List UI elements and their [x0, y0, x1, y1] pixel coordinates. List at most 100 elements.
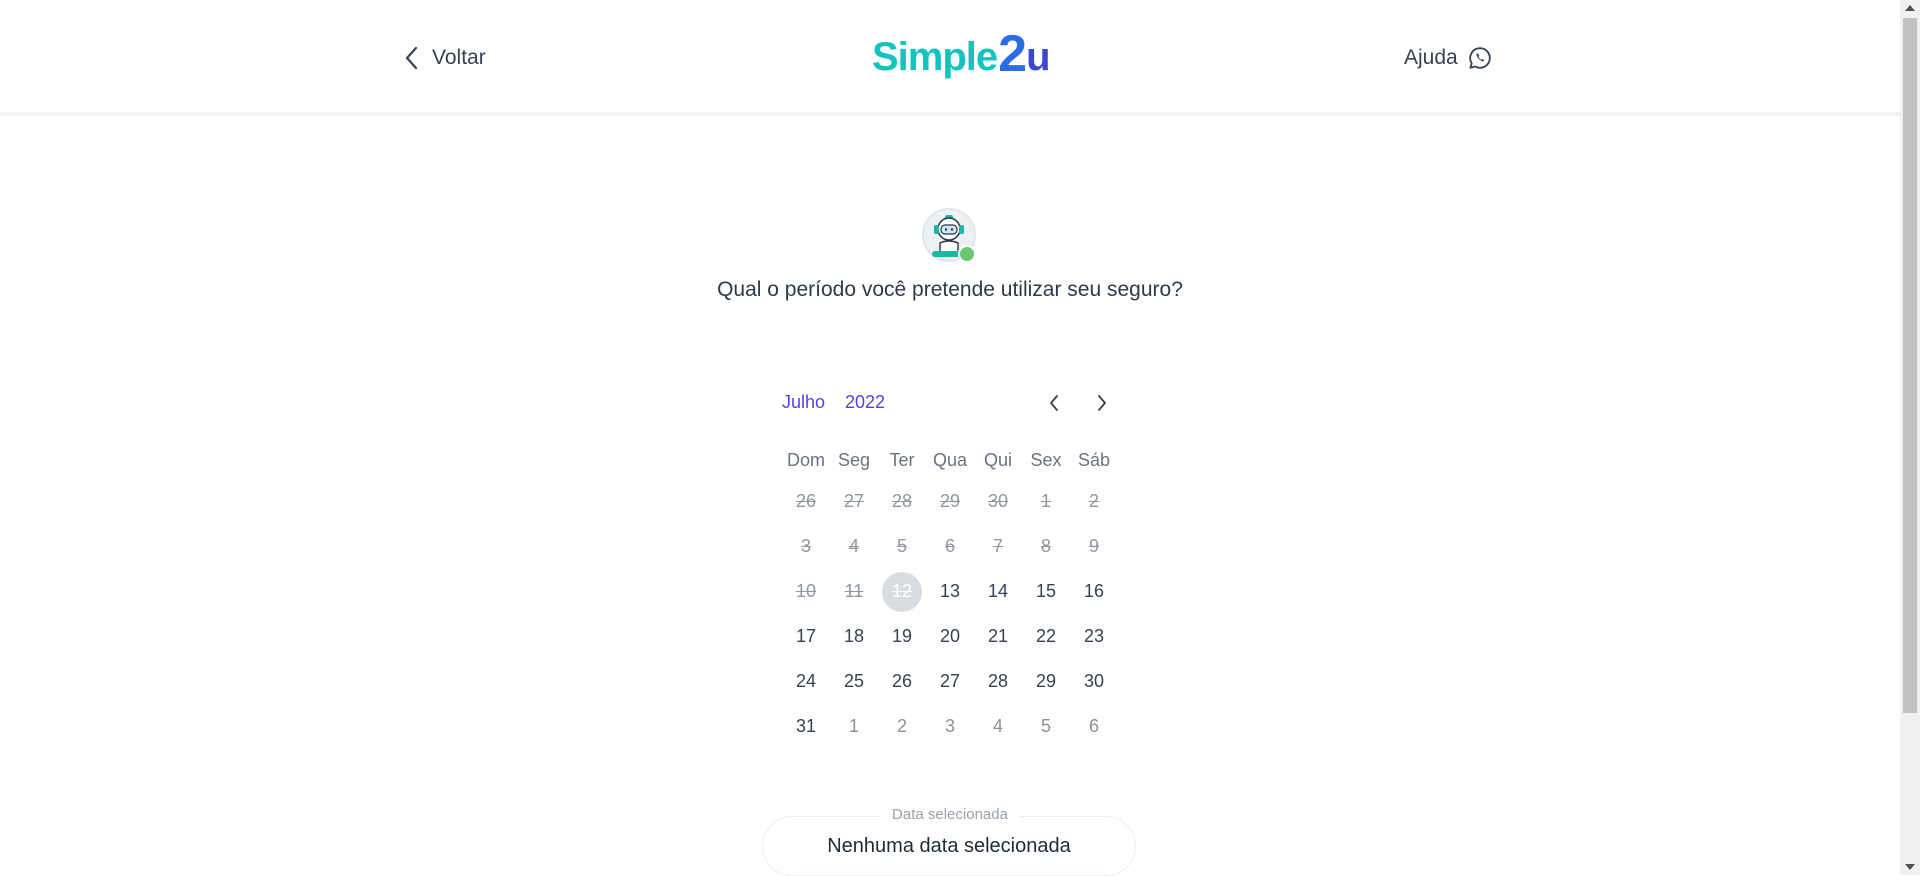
calendar-day[interactable]: 1 [830, 704, 878, 749]
calendar-day-number: 27 [939, 671, 961, 691]
calendar-day-number: 19 [891, 626, 913, 646]
simple2u-logo[interactable]: Simple 2 u [872, 25, 1051, 83]
calendar-day[interactable]: 23 [1070, 614, 1118, 659]
calendar-day[interactable]: 4 [974, 704, 1022, 749]
calendar-day: 3 [782, 524, 830, 569]
calendar-day: 5 [878, 524, 926, 569]
chevron-left-icon [405, 46, 418, 70]
calendar-day[interactable]: 5 [1022, 704, 1070, 749]
calendar-day[interactable]: 24 [782, 659, 830, 704]
vertical-scrollbar[interactable] [1900, 0, 1920, 875]
calendar-next-button[interactable] [1089, 390, 1115, 416]
calendar-day-number: 17 [795, 626, 817, 646]
calendar-day-number: 28 [891, 491, 913, 511]
weekday-label: Seg [837, 450, 871, 470]
calendar-day[interactable]: 18 [830, 614, 878, 659]
calendar-day-number: 12 [891, 581, 913, 601]
calendar-day-number: 9 [1088, 536, 1099, 556]
selected-date-value: Nenhuma data selecionada [827, 834, 1071, 857]
help-label: Ajuda [1404, 46, 1458, 69]
weekday-label: Sáb [1077, 450, 1111, 470]
calendar-day[interactable]: 31 [782, 704, 830, 749]
calendar-day[interactable]: 15 [1022, 569, 1070, 614]
calendar-day-number: 21 [987, 626, 1009, 646]
whatsapp-icon [1469, 47, 1491, 69]
chevron-right-icon [1098, 395, 1106, 411]
calendar-day-number: 5 [1040, 716, 1051, 736]
calendar-day-number: 15 [1035, 581, 1057, 601]
calendar-day[interactable]: 26 [878, 659, 926, 704]
calendar-month-select[interactable]: Julho [782, 392, 825, 413]
help-button[interactable]: Ajuda [1404, 40, 1492, 76]
calendar-day[interactable]: 3 [926, 704, 974, 749]
weekday-label: Dom [786, 450, 825, 470]
calendar-day-number: 24 [795, 671, 817, 691]
calendar-day-number: 3 [800, 536, 811, 556]
calendar-day[interactable]: 21 [974, 614, 1022, 659]
calendar-day-number: 29 [939, 491, 961, 511]
top-header: Voltar Simple 2 u Ajuda [0, 0, 1900, 116]
calendar-day[interactable]: 16 [1070, 569, 1118, 614]
calendar-day-number: 31 [795, 716, 817, 736]
calendar-day[interactable]: 19 [878, 614, 926, 659]
calendar-day-number: 27 [843, 491, 865, 511]
calendar-day[interactable]: 17 [782, 614, 830, 659]
calendar-day[interactable]: 30 [1070, 659, 1118, 704]
calendar-day: 29 [926, 479, 974, 524]
calendar-day-number: 3 [944, 716, 955, 736]
calendar-day: 9 [1070, 524, 1118, 569]
weekday-label: Qui [983, 450, 1012, 470]
calendar-prev-button[interactable] [1041, 390, 1067, 416]
weekday-label: Sex [1030, 450, 1062, 470]
calendar-week-row: 10 11 12 13 14 15 16 [782, 569, 1118, 614]
calendar-day: 28 [878, 479, 926, 524]
weekday-label: Ter [889, 450, 915, 470]
online-status-indicator [958, 245, 976, 263]
calendar-day[interactable]: 2 [878, 704, 926, 749]
calendar-day[interactable]: 29 [1022, 659, 1070, 704]
calendar-day[interactable]: 13 [926, 569, 974, 614]
calendar-day-number: 7 [992, 536, 1003, 556]
calendar-day: 27 [830, 479, 878, 524]
calendar-day: 30 [974, 479, 1022, 524]
scroll-down-arrow-icon[interactable] [1905, 864, 1915, 870]
calendar-day-number: 23 [1083, 626, 1105, 646]
calendar-day-number: 13 [939, 581, 961, 601]
selected-date-label: Data selecionada [880, 806, 1020, 823]
calendar-day: 11 [830, 569, 878, 614]
calendar-day-number: 29 [1035, 671, 1057, 691]
calendar-day-number: 22 [1035, 626, 1057, 646]
calendar-day-number: 18 [843, 626, 865, 646]
chevron-left-icon [1050, 395, 1058, 411]
calendar-day[interactable]: 22 [1022, 614, 1070, 659]
calendar-day: 7 [974, 524, 1022, 569]
scrollbar-thumb[interactable] [1903, 18, 1917, 713]
calendar-day: 1 [1022, 479, 1070, 524]
calendar-year-select[interactable]: 2022 [845, 392, 885, 413]
calendar-day[interactable]: 6 [1070, 704, 1118, 749]
calendar-day: 6 [926, 524, 974, 569]
calendar-day-number: 6 [944, 536, 955, 556]
calendar-week-row: 3 4 5 6 7 8 9 [782, 524, 1118, 569]
calendar-day-number: 4 [848, 536, 859, 556]
calendar-day[interactable]: 27 [926, 659, 974, 704]
calendar-day-number: 2 [896, 716, 907, 736]
calendar-day[interactable]: 14 [974, 569, 1022, 614]
selected-date-field[interactable]: Nenhuma data selecionada [762, 816, 1136, 876]
calendar-day-number: 28 [987, 671, 1009, 691]
scroll-up-arrow-icon[interactable] [1905, 5, 1915, 11]
calendar-day[interactable]: 28 [974, 659, 1022, 704]
calendar-week-row: 26 27 28 29 30 1 2 [782, 479, 1118, 524]
weekday-label: Qua [932, 450, 968, 470]
calendar-weekday-header: Dom Seg Ter Qua Qui Sex Sáb [782, 441, 1118, 479]
calendar-day-number: 6 [1088, 716, 1099, 736]
logo-text-2: 2 [998, 25, 1027, 83]
calendar-day[interactable]: 20 [926, 614, 974, 659]
calendar-week-row: 17 18 19 20 21 22 23 [782, 614, 1118, 659]
back-button[interactable]: Voltar [402, 40, 486, 76]
back-label: Voltar [432, 46, 486, 69]
calendar-day: 2 [1070, 479, 1118, 524]
calendar-day-number: 26 [891, 671, 913, 691]
calendar-day-number: 2 [1088, 491, 1099, 511]
calendar-day[interactable]: 25 [830, 659, 878, 704]
